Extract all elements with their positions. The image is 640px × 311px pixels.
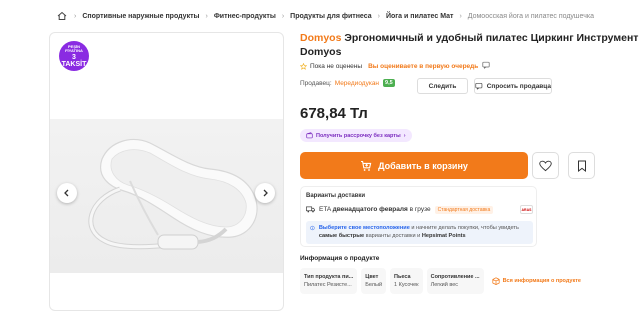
product-gallery: PEŞİN FİYATINA 3 TAKSİT (49, 32, 284, 311)
location-info-box[interactable]: Выберите свое местоположение и начните д… (306, 221, 533, 244)
attribute-card: Пьеса 1 Кусочек (390, 268, 423, 294)
heart-icon (539, 160, 552, 171)
attribute-card: Сопротивление ... Легкий вес (426, 268, 484, 294)
truck-icon (306, 206, 315, 213)
star-icon (300, 62, 307, 70)
attribute-key: Сопротивление ... (430, 274, 480, 280)
attribute-key: Цвет (365, 274, 379, 280)
attribute-value: 1 Кусочек (394, 282, 419, 288)
add-to-cart-label: Добавить в корзину (378, 160, 468, 171)
attribute-key: Пьеса (394, 274, 411, 280)
gallery-prev-button[interactable] (57, 183, 77, 203)
eta-date: двенадцатого февраля (332, 206, 408, 213)
product-title-text: Эргономичный и удобный пилатес Циркинг И… (300, 32, 639, 58)
product-details: Domyos Эргономичный и удобный пилатес Ци… (300, 0, 640, 311)
product-image[interactable] (50, 119, 283, 273)
breadcrumb-item-fitness[interactable]: Фитнес-продукты (214, 13, 276, 20)
choose-location-link[interactable]: Выберите свое местоположение (319, 225, 410, 231)
collection-button[interactable] (568, 152, 595, 179)
attribute-card: Тип продукта пи... Пилатес Резисте... (300, 268, 358, 294)
info-icon (310, 225, 315, 231)
location-info-text: Выберите свое местоположение и начните д… (319, 224, 529, 240)
breadcrumb-separator: › (205, 12, 208, 20)
info-text-1: и начните делать покупки, чтобы увидеть (411, 225, 519, 231)
attribute-value: Легкий вес (430, 282, 459, 288)
badge-line3: 3 TAKSİT (61, 53, 87, 68)
product-attributes: Тип продукта пи... Пилатес Резисте... Цв… (300, 268, 640, 294)
chat-icon (475, 82, 483, 90)
badge-line2: FİYATINA (65, 47, 83, 53)
chevron-left-icon (64, 189, 69, 197)
attribute-key: Тип продукта пи... (304, 274, 354, 280)
breadcrumb-item-outdoor[interactable]: Спортивные наружные продукты (82, 13, 199, 20)
ask-seller-button[interactable]: Спросить продавца (474, 78, 552, 94)
add-to-cart-button[interactable]: Добавить в корзину (300, 152, 528, 179)
breadcrumb-separator: › (281, 12, 285, 20)
breadcrumb-separator: › (74, 12, 77, 20)
delivery-header: Варианты доставки (306, 193, 366, 199)
product-info-title: Информация о продукте (300, 255, 380, 262)
home-icon[interactable] (55, 10, 68, 23)
chevron-right-icon (263, 189, 268, 197)
product-brand-link[interactable]: Domyos (300, 32, 341, 44)
box-icon (492, 277, 500, 285)
delivery-options-card: Варианты доставки ETA двенадцатого февра… (300, 186, 537, 247)
chevron-right-icon: › (403, 132, 406, 139)
ask-seller-label: Спросить продавца (486, 82, 551, 90)
eta-prefix: ETA (319, 206, 331, 213)
rating-row: Пока не оценены Вы оцениваете в первую о… (300, 61, 490, 71)
info-text-bold-1: самые быстрые (318, 233, 365, 239)
product-price: 678,84 Тл (300, 105, 368, 122)
seller-label: Продавец: (300, 79, 332, 87)
installment-badge: PEŞİN FİYATINA 3 TAKSİT (59, 41, 89, 71)
wallet-icon (306, 132, 313, 139)
follow-seller-button[interactable]: Следить (417, 78, 468, 94)
favorite-button[interactable] (532, 152, 559, 179)
carrier-logo: ARAS (520, 205, 533, 214)
info-text-2: варианты доставки и (365, 233, 421, 239)
seller-score-badge: 9,5 (383, 79, 395, 87)
attribute-value: Пилатес Резисте... (304, 282, 352, 288)
all-product-info-label: Вся информация о продукте (502, 278, 581, 284)
seller-name-link[interactable]: Мередиодукан (335, 80, 379, 87)
gallery-next-button[interactable] (255, 183, 275, 203)
all-product-info-link[interactable]: Вся информация о продукте (492, 277, 581, 285)
message-icon[interactable] (482, 61, 490, 71)
eta-suffix: в грузе (409, 206, 431, 213)
cart-plus-icon (361, 160, 372, 171)
delivery-eta: ETA двенадцатого февраля в грузе (319, 206, 431, 213)
info-text-bold-2: Hepsimat Points (421, 233, 466, 239)
delivery-eta-row: ETA двенадцатого февраля в грузе Стандар… (306, 205, 533, 214)
attribute-card: Цвет Белый (361, 268, 387, 294)
bookmark-icon (577, 160, 586, 172)
rating-text: Пока не оценены (310, 62, 363, 70)
standard-delivery-tag: Стандартная доставка (434, 205, 494, 214)
seller-row: Продавец: Мередиодукан 9,5 (300, 79, 395, 87)
rate-first-link[interactable]: Вы оцениваете в первую очередь (368, 63, 478, 70)
installment-label: Получить рассрочку без карты (316, 132, 401, 139)
installment-pill[interactable]: Получить рассрочку без карты › (300, 129, 412, 142)
product-title: Domyos Эргономичный и удобный пилатес Ци… (300, 31, 640, 59)
attribute-value: Белый (365, 282, 383, 288)
